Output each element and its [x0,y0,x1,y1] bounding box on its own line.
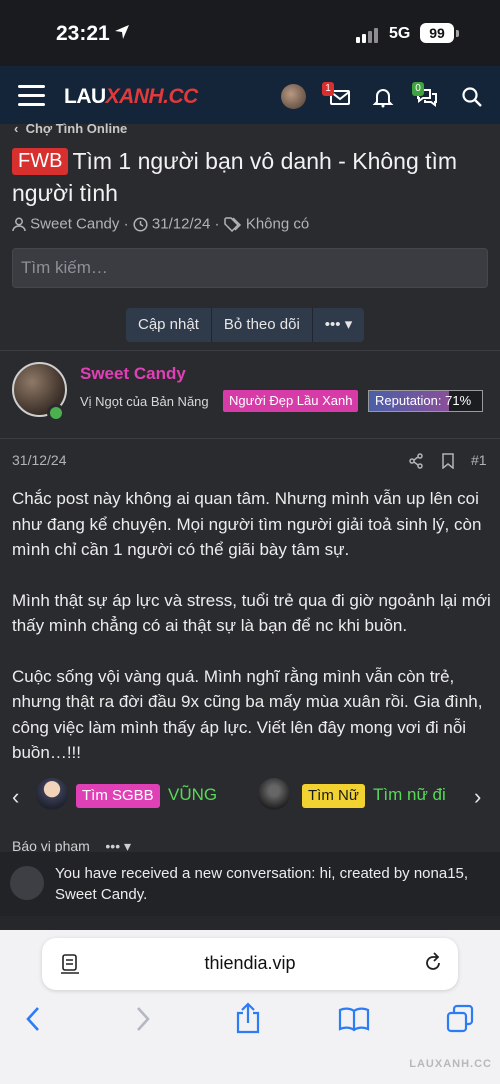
thread-prefix-label[interactable]: FWB [12,148,69,175]
carousel-next-icon[interactable]: › [474,784,481,810]
toast-avatar [10,866,44,900]
chevron-left-icon: ‹ [14,121,26,136]
bell-icon[interactable] [372,86,394,108]
update-button[interactable]: Cập nhật [126,308,212,342]
forward-icon[interactable] [134,1006,152,1032]
breadcrumb-forum-link[interactable]: Chợ Tình Online [26,121,128,136]
bottom-nav-partial [0,916,500,930]
url-text[interactable]: thiendia.vip [42,953,458,974]
thread-actions: Cập nhật Bỏ theo dõi ••• ▾ [126,308,365,342]
account-avatar[interactable] [281,84,306,109]
status-bar: 23:21 5G 99 [0,0,500,66]
post-body: Chắc post này không ai quan tâm. Nhưng m… [12,486,492,791]
signature-avatar [36,778,68,810]
network-type: 5G [389,25,411,42]
battery-icon: 99 [420,23,454,43]
notification-toast[interactable]: You have received a new conversation: hi… [0,852,500,916]
browser-toolbar: thiendia.vip LAUXANH.CC [0,930,500,1084]
thread-date[interactable]: 31/12/24 [152,216,210,233]
post-author-name[interactable]: Sweet Candy [80,364,186,384]
post-number[interactable]: #1 [471,452,487,468]
thread-meta: Sweet Candy · 31/12/24 · Không có [12,215,309,233]
post-paragraph: Cuộc sống vội vàng quá. Mình nghĩ rằng m… [12,666,483,763]
post-date[interactable]: 31/12/24 [12,452,67,468]
user-title: Vị Ngọt của Bản Năng [80,394,209,409]
signature-avatar [258,778,290,810]
clock: 23:21 [56,22,110,45]
signature-tag: Tìm SGBB [76,784,160,808]
tag-icon [223,216,241,232]
back-icon[interactable] [24,1006,42,1032]
cellular-signal-icon [356,27,382,43]
share-icon[interactable] [234,1002,262,1034]
signature-text: Tìm nữ đi [373,785,446,804]
clock-icon [133,216,148,232]
tabs-icon[interactable] [446,1004,474,1034]
bookmark-icon[interactable] [441,453,455,469]
toast-message: You have received a new conversation: hi… [55,865,469,903]
menu-icon[interactable] [18,85,45,107]
divider [0,350,500,351]
reload-icon[interactable] [422,952,444,974]
reputation-label: Reputation: 71% [375,393,472,408]
location-arrow-icon [115,25,129,39]
thread-title-text: Tìm 1 người bạn vô danh - Không tìm ngườ… [12,148,458,206]
user-banner: Người Đẹp Lầu Xanh [223,390,359,412]
watermark: LAUXANH.CC [409,1058,492,1070]
site-logo[interactable]: LAUXANH.CC [64,85,198,109]
address-bar[interactable]: thiendia.vip [42,938,458,990]
battery-tip [456,30,459,37]
thread-tags: Không có [245,215,310,233]
bookmarks-icon[interactable] [338,1006,370,1032]
thread-author[interactable]: Sweet Candy [30,216,119,233]
more-menu-button[interactable]: ••• ▾ [312,308,365,342]
search-icon[interactable] [461,86,483,108]
caret-down-icon: ▾ [344,316,353,333]
post-paragraph: Chắc post này không ai quan tâm. Nhưng m… [12,489,482,559]
user-icon [12,217,26,231]
share-icon[interactable] [408,453,424,469]
chat-badge: 0 [412,82,424,96]
signature-text: VŨNG [168,785,218,804]
carousel-prev-icon[interactable]: ‹ [12,784,19,810]
page-title: FWB Tìm 1 người bạn vô danh - Không tìm n… [12,145,492,209]
divider [0,438,500,439]
post-paragraph: Mình thật sự áp lực và stress, tuổi trẻ … [12,590,491,636]
breadcrumb[interactable]: ‹ Chợ Tình Online [14,121,127,136]
signature-tag: Tìm Nữ [302,784,365,808]
reputation-bar: Reputation: 71% [368,390,483,412]
inbox-badge: 1 [322,82,334,96]
unfollow-button[interactable]: Bỏ theo dõi [211,308,313,342]
search-input[interactable] [12,248,488,288]
online-status-icon [47,404,65,422]
site-header: LAUXANH.CC 1 0 [0,66,500,124]
